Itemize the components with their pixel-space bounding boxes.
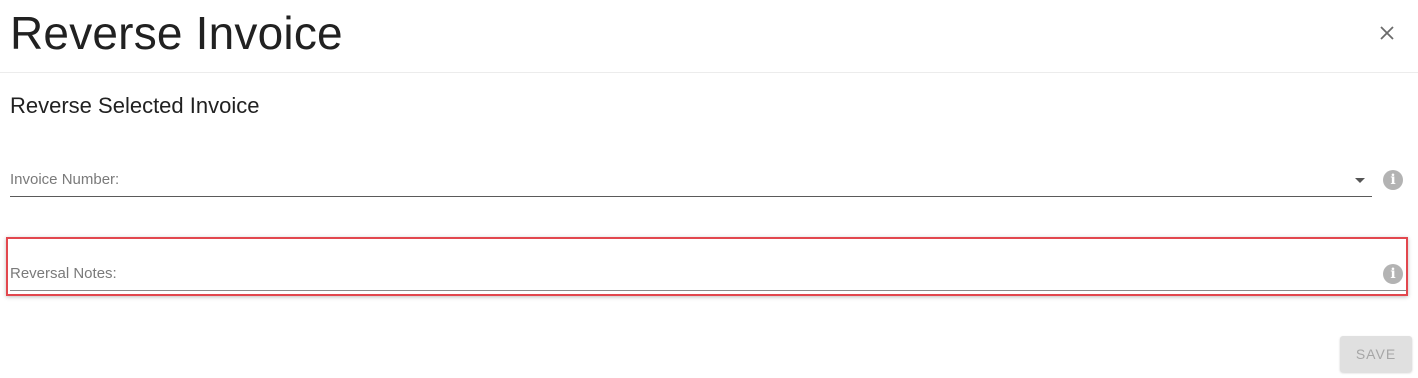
invoice-number-label: Invoice Number:: [10, 171, 120, 188]
dialog-title: Reverse Invoice: [10, 7, 343, 59]
info-icon[interactable]: i: [1383, 170, 1403, 190]
reversal-notes-underline: [10, 290, 1406, 291]
reversal-notes-input[interactable]: Reversal Notes:: [10, 254, 1406, 292]
save-button[interactable]: SAVE: [1340, 336, 1412, 372]
invoice-number-select[interactable]: Invoice Number:: [10, 160, 1372, 198]
reverse-invoice-dialog: Reverse Invoice Reverse Selected Invoice…: [0, 0, 1418, 378]
info-icon[interactable]: i: [1383, 264, 1403, 284]
dialog-header: Reverse Invoice: [0, 0, 1418, 73]
reversal-notes-label: Reversal Notes:: [10, 265, 117, 282]
chevron-down-icon[interactable]: [1355, 178, 1365, 183]
invoice-number-underline: [10, 196, 1372, 197]
close-icon[interactable]: [1376, 22, 1398, 44]
section-subtitle: Reverse Selected Invoice: [10, 93, 260, 118]
